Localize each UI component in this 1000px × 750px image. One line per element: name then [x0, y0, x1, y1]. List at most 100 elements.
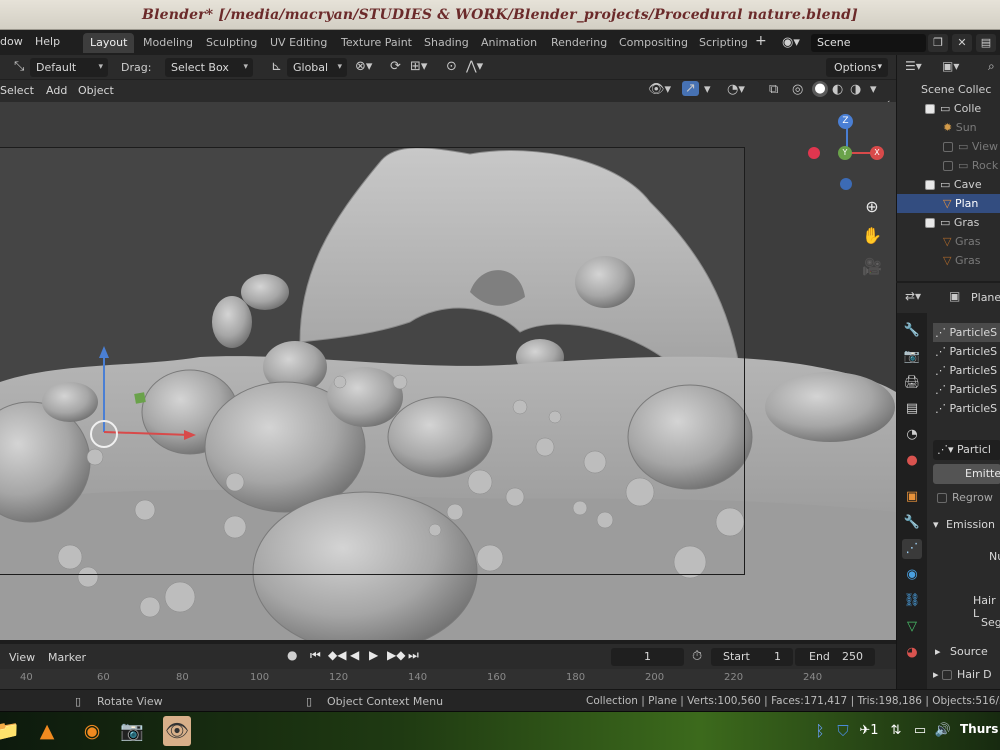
particles-tab-icon[interactable]: ⋰: [902, 539, 922, 559]
camera-view-icon[interactable]: 🎥: [862, 257, 882, 276]
checkbox-checked-icon[interactable]: [925, 104, 935, 114]
shading-options-icon[interactable]: ▾: [870, 82, 877, 97]
tab-texture-paint[interactable]: Texture Paint: [334, 33, 419, 53]
outliner-row[interactable]: ▭ Rock: [897, 156, 1000, 175]
menu-add[interactable]: Add: [46, 84, 67, 97]
pan-hand-icon[interactable]: ✋: [862, 226, 882, 245]
outliner-row[interactable]: ✹ Sun: [897, 118, 1000, 137]
delete-scene-icon[interactable]: ✕: [952, 34, 972, 52]
jump-start-icon[interactable]: ⏮: [310, 648, 321, 663]
overlays-icon[interactable]: ◔▾: [727, 82, 745, 97]
source-panel-header[interactable]: ▸ Source: [935, 645, 988, 658]
gizmo-z-icon[interactable]: Z: [838, 114, 853, 129]
tab-shading[interactable]: Shading: [417, 33, 476, 53]
checkbox-checked-icon[interactable]: [925, 180, 935, 190]
outliner-scene-collection[interactable]: Scene Collec: [897, 80, 1000, 99]
output-tab-icon[interactable]: 🖨: [902, 373, 922, 393]
material-shading-icon[interactable]: ◐: [832, 82, 843, 97]
tab-scripting[interactable]: Scripting: [692, 33, 755, 53]
notification-icon[interactable]: ✈1: [855, 716, 883, 746]
proportional-editing-icon[interactable]: ⊙: [446, 59, 457, 74]
play-reverse-icon[interactable]: ◀: [350, 648, 359, 662]
zoom-icon[interactable]: ⊕: [862, 197, 882, 216]
physics-tab-icon[interactable]: ◉: [902, 565, 922, 585]
outliner-row[interactable]: ▭ Colle: [897, 99, 1000, 118]
menu-window[interactable]: dow: [0, 35, 23, 48]
end-frame-field[interactable]: End 250: [795, 648, 875, 666]
menu-object[interactable]: Object: [78, 84, 114, 97]
start-frame-field[interactable]: Start 1: [711, 648, 793, 666]
data-tab-icon[interactable]: ▽: [902, 617, 922, 637]
tab-modeling[interactable]: Modeling: [136, 33, 200, 53]
volume-icon[interactable]: 🔊: [929, 716, 957, 746]
scene-icon[interactable]: ◉▾: [782, 35, 800, 50]
constraints-tab-icon[interactable]: ⛓: [902, 591, 922, 611]
view-layer-tab-icon[interactable]: ▤: [902, 399, 922, 419]
editor-type-icon[interactable]: ☰▾: [905, 59, 922, 73]
particle-system-item[interactable]: ⋰ ParticleS: [935, 380, 997, 399]
play-icon[interactable]: ▶: [369, 648, 378, 662]
particle-system-item[interactable]: ⋰ ParticleS: [935, 361, 997, 380]
transform-pivot-icon[interactable]: ⤡: [14, 59, 24, 74]
render-tab-icon[interactable]: 📷: [902, 347, 922, 367]
world-tab-icon[interactable]: ●: [902, 451, 922, 471]
gizmo-toggle-icon[interactable]: ↗: [682, 81, 699, 96]
scene-name-field[interactable]: Scene: [811, 34, 926, 52]
folder-icon[interactable]: 📁: [0, 716, 22, 746]
falloff-icon[interactable]: ⋀▾: [466, 59, 483, 74]
tab-animation[interactable]: Animation: [474, 33, 544, 53]
checkbox-unchecked-icon[interactable]: [937, 493, 947, 503]
checkbox-unchecked-icon[interactable]: [943, 142, 953, 152]
outliner-row[interactable]: ▭ Cave: [897, 175, 1000, 194]
wireframe-shading-icon[interactable]: ◎: [792, 82, 803, 97]
tool-tab-icon[interactable]: 🔧: [902, 321, 922, 341]
new-scene-icon[interactable]: ❐: [928, 34, 948, 52]
xray-icon[interactable]: ⧉: [769, 82, 778, 97]
outliner-row[interactable]: ▭ Gras: [897, 213, 1000, 232]
properties-editor-icon[interactable]: ⇄▾: [905, 289, 921, 303]
add-workspace-icon[interactable]: +: [755, 33, 767, 49]
material-tab-icon[interactable]: ◕: [902, 643, 922, 663]
timeline-ruler[interactable]: 40 60 80 100 120 140 160 180 200 220 240: [0, 669, 896, 689]
gizmo-y-icon[interactable]: Y: [838, 146, 852, 160]
modifier-tab-icon[interactable]: 🔧: [902, 513, 922, 533]
particle-system-item[interactable]: ⋰ ParticleS: [935, 342, 997, 361]
transform-space-dropdown[interactable]: Global ▾: [287, 58, 347, 77]
regrow-toggle[interactable]: Regrow: [937, 491, 993, 504]
outliner-row-selected[interactable]: ▽ Plan: [897, 194, 1000, 213]
display-mode-icon[interactable]: ▣▾: [942, 59, 959, 73]
vlc-icon[interactable]: ▲: [33, 716, 61, 746]
scene-tab-icon[interactable]: ◔: [902, 425, 922, 445]
outliner-row[interactable]: ▭ View: [897, 137, 1000, 156]
current-frame-field[interactable]: 1: [611, 648, 684, 666]
snap-target-icon[interactable]: ⊞▾: [410, 59, 427, 74]
drag-dropdown[interactable]: Select Box ▾: [165, 58, 253, 77]
particle-system-item[interactable]: ⋰ ParticleS: [935, 399, 997, 418]
image-viewer-icon[interactable]: 👁: [163, 716, 191, 746]
outliner-row[interactable]: ▽ Gras: [897, 232, 1000, 251]
hair-dynamics-panel[interactable]: ▸ Hair D: [933, 668, 992, 681]
gizmo-options-icon[interactable]: ▾: [704, 82, 711, 97]
search-icon[interactable]: ⌕: [988, 59, 995, 74]
visibility-icon[interactable]: 👁▾: [648, 82, 671, 97]
view-layer-icon[interactable]: ▤: [976, 34, 996, 52]
tab-rendering[interactable]: Rendering: [544, 33, 614, 53]
checkbox-checked-icon[interactable]: [925, 218, 935, 228]
record-icon[interactable]: ●: [287, 648, 297, 662]
orientation-dropdown[interactable]: Default ▾: [30, 58, 108, 77]
gizmo-x-icon[interactable]: X: [870, 146, 884, 160]
particle-settings-selector[interactable]: ⋰▾ Particl: [933, 440, 1000, 460]
emitter-button[interactable]: Emitte: [933, 464, 1000, 484]
timeline-marker-menu[interactable]: Marker: [48, 651, 86, 664]
object-tab-icon[interactable]: ▣: [902, 487, 922, 507]
snap-icon[interactable]: ⟳: [390, 59, 401, 74]
pivot-point-icon[interactable]: ⊗▾: [355, 59, 372, 74]
tab-uv-editing[interactable]: UV Editing: [263, 33, 334, 53]
jump-keyframe-forward-icon[interactable]: ▶◆: [387, 648, 405, 662]
tab-layout[interactable]: Layout: [83, 33, 135, 53]
tab-sculpting[interactable]: Sculpting: [199, 33, 264, 53]
gizmo-neg-x-icon[interactable]: [808, 147, 820, 159]
taskbar-clock[interactable]: Thurs: [960, 722, 998, 736]
options-dropdown[interactable]: Options ▾: [826, 58, 888, 77]
stopwatch-icon[interactable]: ⏱: [692, 649, 702, 664]
